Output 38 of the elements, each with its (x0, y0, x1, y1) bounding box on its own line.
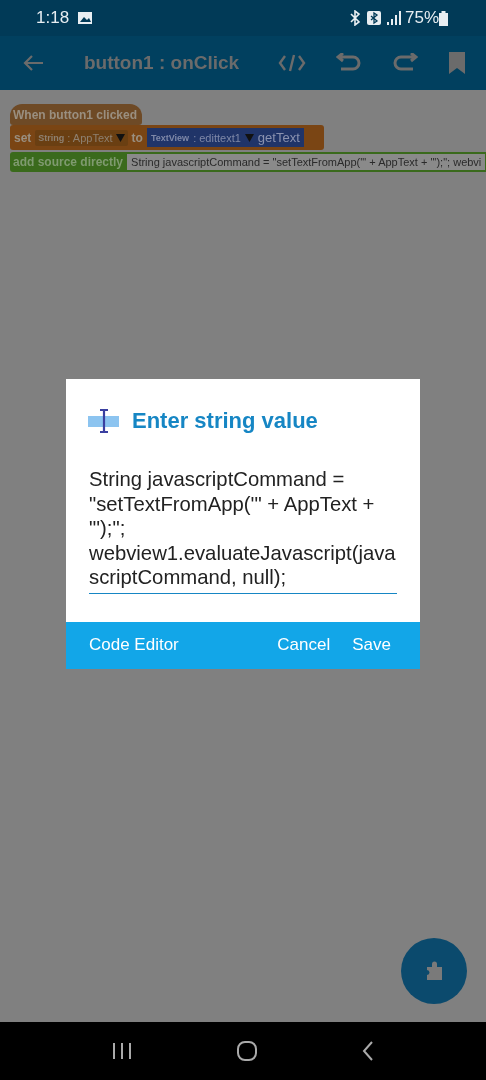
recent-apps-icon[interactable] (112, 1042, 132, 1060)
source-block[interactable]: add source directly String javascriptCommand = "setTextFromApp('" + AppText + "');"; webvi (10, 152, 486, 172)
dialog-title: Enter string value (132, 408, 318, 434)
dropdown-arrow-icon[interactable] (244, 133, 254, 142)
variable-name: : AppText (67, 131, 113, 144)
setter-block[interactable]: set String : AppText to TextView : edittext1 getText (10, 125, 324, 150)
dropdown-arrow-icon[interactable] (115, 133, 125, 142)
redo-icon[interactable] (392, 53, 418, 73)
variable-type-label: String (38, 132, 65, 143)
code-icon[interactable] (278, 53, 306, 73)
back-icon[interactable] (362, 1041, 374, 1061)
event-block[interactable]: When button1 clicked (10, 104, 142, 125)
block-keyword: to (131, 130, 143, 145)
puzzle-icon (424, 961, 444, 981)
image-icon (77, 11, 94, 25)
dialog-button[interactable]: Cancel (266, 629, 342, 661)
bookmark-icon[interactable] (448, 52, 466, 74)
screen-title: button1 : onClick (84, 52, 241, 74)
bluetooth-icon (348, 10, 361, 26)
block-keyword: set (14, 130, 32, 145)
method-label: getText (257, 130, 300, 145)
dialog-button[interactable]: Code Editor (78, 629, 190, 661)
signal-icon (386, 11, 401, 25)
bluetooth-icon (366, 11, 381, 25)
component-block[interactable]: TextView : edittext1 getText (146, 128, 304, 147)
battery-icon (439, 10, 448, 26)
undo-icon[interactable] (336, 53, 362, 73)
clock-text: 1:18 (36, 8, 70, 28)
block-label: add source directly (13, 155, 124, 169)
component-name: : edittext1 (193, 131, 241, 144)
text-cursor-icon (88, 408, 120, 434)
dialog-button[interactable]: Save (341, 629, 402, 661)
battery-text: 75% (404, 8, 439, 28)
home-icon[interactable] (236, 1040, 258, 1062)
variable-dropdown[interactable]: String : AppText (35, 129, 128, 146)
text-input-field[interactable]: String javascriptCommand = "setTextFromApp('" + AppText + "');"; webview1.evaluateJavascript(javascriptCommand, null); (89, 467, 397, 594)
component-type-label: TextView (150, 132, 190, 143)
code-field[interactable]: String javascriptCommand = "setTextFromApp('" + AppText + "');"; webvi (127, 154, 486, 170)
